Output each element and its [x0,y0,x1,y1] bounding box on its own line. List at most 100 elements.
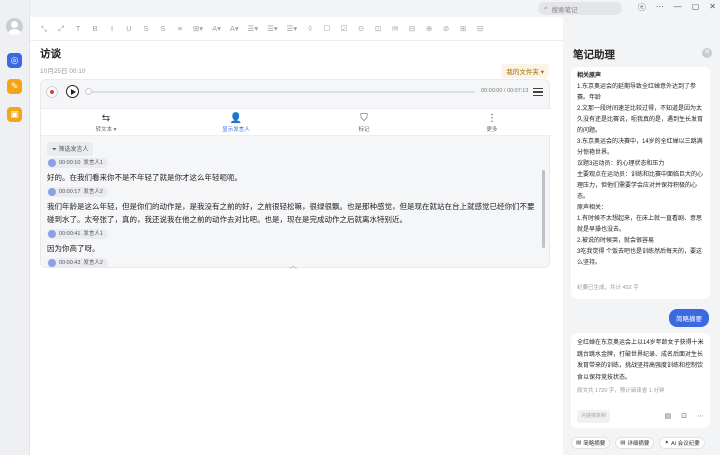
menu-more-icon[interactable]: ⋯ [656,2,664,13]
avatar[interactable] [6,18,23,35]
transcript-text[interactable]: 我们年龄是这么年轻，但是你们的动作是，是我没有之前的好，之前很轻松嘛，很绿很飘。… [47,200,537,226]
toolbar-button[interactable]: I [108,24,116,33]
toolbar-button[interactable]: ≡ [176,24,184,33]
toolbar-button[interactable]: ⊞▾ [193,24,203,33]
recording-card: 00:00:00 / 00:07:13 ⇆ 转文本 ▾ 👤 显示发言人 ⛉ 标记 ⋮ 更多 ⏷… [40,79,551,271]
globe-icon[interactable]: ◎ [7,53,22,68]
summary-line: 主要观点在运动员：训练和比赛中面临巨大的心理压力，但他们需要学会应对并保持积极的… [577,172,704,200]
speaker-tag[interactable]: 00:00:10 发言人1 [47,158,108,168]
speaker-time: 00:00:43 [59,259,81,266]
toolbar-button[interactable]: ☰▾ [248,24,259,33]
speaker-tag[interactable]: 00:00:17 发言人2 [47,187,108,197]
export-icon[interactable]: ⊡ [681,411,687,423]
toolbar-button[interactable]: ⤢ [57,24,65,34]
progress-handle[interactable] [85,88,92,95]
brief-summary-card: 全红婵在东京奥运会上以14岁年龄女子获得十米跳台跳水金牌，打破世界纪录、成名后面… [571,333,710,428]
detail-button[interactable]: ▤ 详细摘要 [615,437,655,449]
transcript-entry: 00:00:17 发言人2 我们年龄是这么年轻，但是你们的动作是，是我没有之前的好，… [47,185,537,226]
summary-line: 2.被说的时候哭，就会很容易 [577,238,655,244]
transcript-entry: 00:00:41 发言人1 因为你高了呀。 [47,227,537,255]
summary-line: 1.有时候不太想起来，在床上就一直看剧、意思就是早操也没去。 [577,216,703,233]
action-label: 转文本 ▾ [95,127,117,133]
summary-line: 议题3运动员：的心理状态和压力 [577,161,665,167]
skin-icon[interactable]: ⓔ [638,2,646,13]
speaker-icon: 👤 [229,113,243,124]
toolbar-button[interactable]: ⊘ [442,24,450,33]
toolbar-button[interactable]: ⊡ [374,24,382,33]
recording-actions: ⇆ 转文本 ▾ 👤 显示发言人 ⛉ 标记 ⋮ 更多 [41,108,551,136]
speaker-time: 00:00:17 [59,188,81,195]
assistant-quick-actions: ▤ 简略摘要 ▤ 详细摘要 ✦ AI 会议纪要 [571,437,705,449]
close-icon[interactable]: ✕ [702,48,712,58]
summary-card: 相关原声 1.东京奥运会的延期导致全红婵意外达到了参赛。年龄 2.文那一段时间速芝比… [571,67,710,299]
ai-button[interactable]: ✦ AI 会议纪要 [659,437,705,449]
toolbar-button[interactable]: U [125,24,133,33]
button-label: 详细摘要 [627,441,650,447]
toolbar-button[interactable]: ⊙ [357,24,365,33]
audio-player: 00:00:00 / 00:07:13 [41,80,551,106]
filter-speaker-button[interactable]: ⏷ 筛选发言人 [47,142,94,156]
more-icon: ⋮ [487,113,497,124]
toolbar-button[interactable]: ⊟ [476,24,484,33]
speaker-avatar [48,230,56,238]
more-h-icon[interactable]: ⋯ [697,411,704,423]
scrollbar[interactable] [542,170,545,248]
maximize-button[interactable]: ▢ [692,2,700,13]
toolbar-button[interactable]: ⊞ [459,24,467,33]
toolbar-button[interactable]: ✉ [391,24,399,33]
play-button[interactable] [66,85,79,98]
brief-summary-text: 全红婵在东京奥运会上以14岁年龄女子获得十米跳台跳水金牌，打破世界纪录、成名后面… [577,340,704,381]
list-menu-icon[interactable] [533,86,543,96]
toolbar-button[interactable]: ☑ [340,24,348,33]
toolbar-button[interactable]: ☰▾ [287,24,298,33]
toolbar-button[interactable]: ☰▾ [267,24,278,33]
summary-button[interactable]: ▤ 简略摘要 [571,437,611,449]
action-speaker[interactable]: 👤 显示发言人 [211,112,261,133]
format-toolbar: ⤡ ⤢ T B I U S S ≡ ⊞▾ A▾ A▾ ☰▾ ☰▾ ☰▾ ◊ ☐ ☑ ⊙ ⊡ ✉ ⊟ ⊕ ⊘ ⊞ ⊟ [30,17,563,41]
toolbar-button[interactable]: ⤡ [40,24,48,34]
toolbar-button[interactable]: ◊ [306,24,314,33]
toolbar-button[interactable]: S [159,24,167,33]
page-title[interactable]: 访谈 [40,46,61,61]
brief-summary-bubble: 简略摘要 [669,309,709,327]
action-bookmark[interactable]: ⛉ 标记 [339,112,389,133]
transcript-text[interactable]: 因为你高了呀。 [47,242,537,255]
detail-icon: ▤ [620,440,626,446]
record-icon[interactable] [46,86,58,98]
speaker-avatar [48,259,56,267]
summary-icon: ▤ [576,440,582,446]
toolbar-button[interactable]: ☐ [323,24,331,33]
toolbar-button[interactable]: A▾ [212,24,221,33]
summary-line: 3吃我觉得 个饭去吧也是训练然后每天的，要这么坚持。 [577,249,703,266]
folder-select[interactable]: 我的文件夹 ▾ [501,64,549,78]
toolbar-button[interactable]: T [74,24,82,33]
minimize-button[interactable]: — [674,2,682,13]
speaker-name: 发言人1 [83,230,103,237]
card-footer: 点链接复制 ▤ ⊡ ⋯ [577,409,704,423]
speaker-avatar [48,159,56,167]
doc-icon[interactable]: ▤ [665,411,672,423]
notes-pen-icon[interactable]: ✎ [7,79,22,94]
folder-icon[interactable]: ▣ [7,107,22,122]
summary-line: 相关原声 [577,73,602,79]
toolbar-button[interactable]: S [142,24,150,33]
search-input[interactable]: ⌕ 搜索笔记 [538,2,622,15]
action-translate[interactable]: ⇆ 转文本 ▾ [81,112,131,133]
summary-meta: 纪要已生成，共计 452 字 [577,285,639,291]
progress-track[interactable] [87,91,475,93]
toolbar-button[interactable]: A▾ [230,24,239,33]
toolbar-button[interactable]: B [91,24,99,33]
collapse-chevron-icon[interactable]: ︿ [289,260,297,271]
button-label: AI 会议纪要 [671,441,700,447]
copy-button[interactable]: 点链接复制 [577,409,611,423]
transcript-text[interactable]: 好的。在我们看来你不是不年轻了就是你才这么年轻呃呃。 [47,171,537,184]
summary-line: 2.文那一段时间速芝比较过得，不知道是因为太久没有还是比赛说，呃我真的是，遇到生… [577,106,704,134]
speaker-tag[interactable]: 00:00:43 发言人2 [47,258,108,268]
action-more[interactable]: ⋮ 更多 [467,112,517,133]
speaker-tag[interactable]: 00:00:41 发言人1 [47,229,108,239]
button-label: 简略摘要 [583,441,606,447]
toolbar-button[interactable]: ⊟ [408,24,416,33]
close-button[interactable]: ✕ [709,2,716,13]
ai-icon: ✦ [664,440,670,446]
toolbar-button[interactable]: ⊕ [425,24,433,33]
